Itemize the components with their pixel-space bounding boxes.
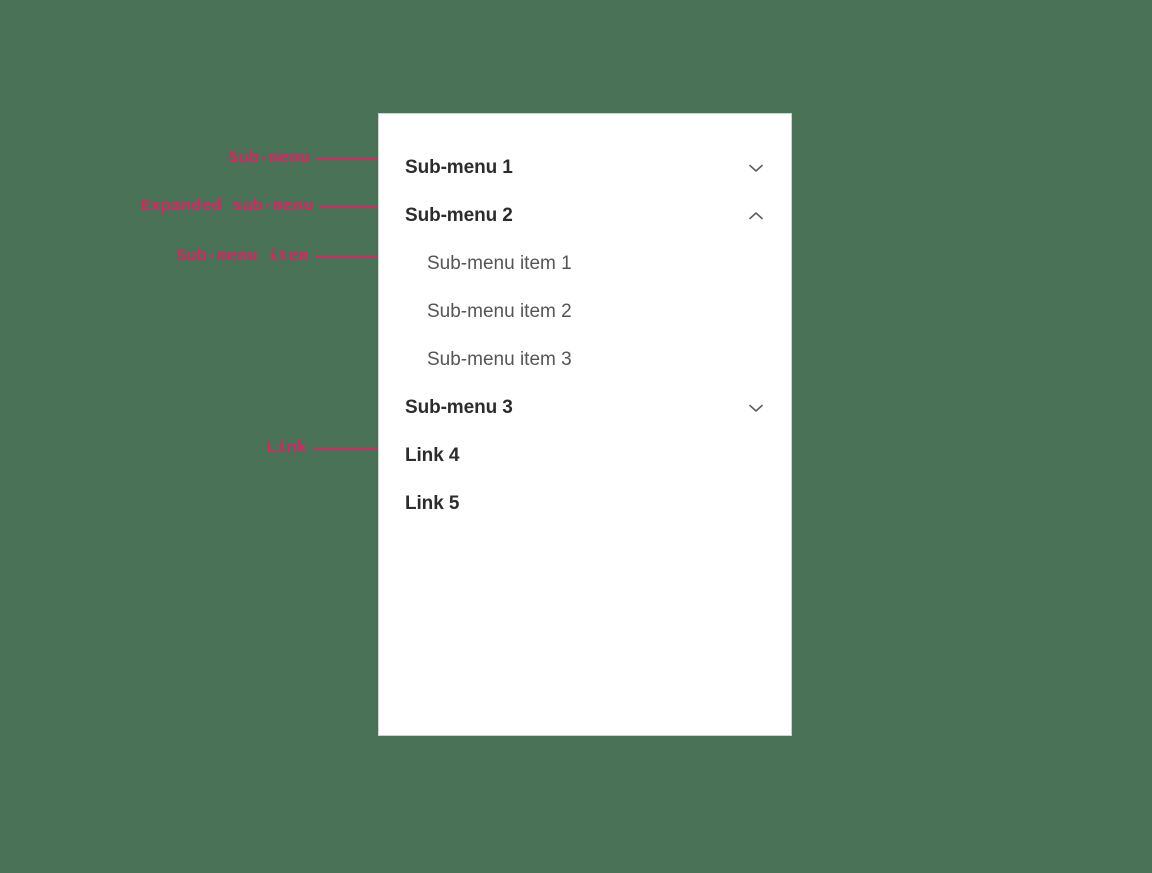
submenu-3[interactable]: Sub-menu 3 — [405, 384, 765, 432]
annotation-link: Link — [266, 438, 383, 458]
submenu-item-label: Sub-menu item 3 — [427, 349, 572, 371]
submenu-item-1[interactable]: Sub-menu item 1 — [405, 240, 765, 288]
chevron-down-icon — [747, 159, 765, 177]
link-4[interactable]: Link 4 — [405, 432, 765, 480]
annotation-label: Sub-menu item — [176, 247, 315, 266]
chevron-up-icon — [747, 207, 765, 225]
submenu-item-label: Sub-menu item 2 — [427, 301, 572, 323]
link-label: Link 5 — [405, 493, 459, 515]
menu-panel: Sub-menu 1 Sub-menu 2 Sub-menu item 1 Su… — [378, 113, 792, 736]
link-5[interactable]: Link 5 — [405, 480, 765, 528]
submenu-item-label: Sub-menu item 1 — [427, 253, 572, 275]
annotation-label: Link — [266, 439, 313, 458]
submenu-item-3[interactable]: Sub-menu item 3 — [405, 336, 765, 384]
submenu-label: Sub-menu 2 — [405, 205, 513, 227]
annotation-expanded-sub-menu: Expanded sub-menu — [140, 196, 389, 216]
annotation-label: Sub-menu — [228, 149, 316, 168]
submenu-1[interactable]: Sub-menu 1 — [405, 144, 765, 192]
annotation-label: Expanded sub-menu — [140, 197, 319, 216]
annotation-sub-menu: Sub-menu — [228, 148, 386, 168]
submenu-label: Sub-menu 3 — [405, 397, 513, 419]
annotation-leader-line — [316, 157, 386, 159]
annotation-sub-menu-item: Sub-menu item — [176, 246, 405, 266]
link-label: Link 4 — [405, 445, 459, 467]
submenu-item-2[interactable]: Sub-menu item 2 — [405, 288, 765, 336]
submenu-label: Sub-menu 1 — [405, 157, 513, 179]
chevron-down-icon — [747, 399, 765, 417]
annotation-leader-line — [313, 447, 383, 449]
submenu-2[interactable]: Sub-menu 2 — [405, 192, 765, 240]
